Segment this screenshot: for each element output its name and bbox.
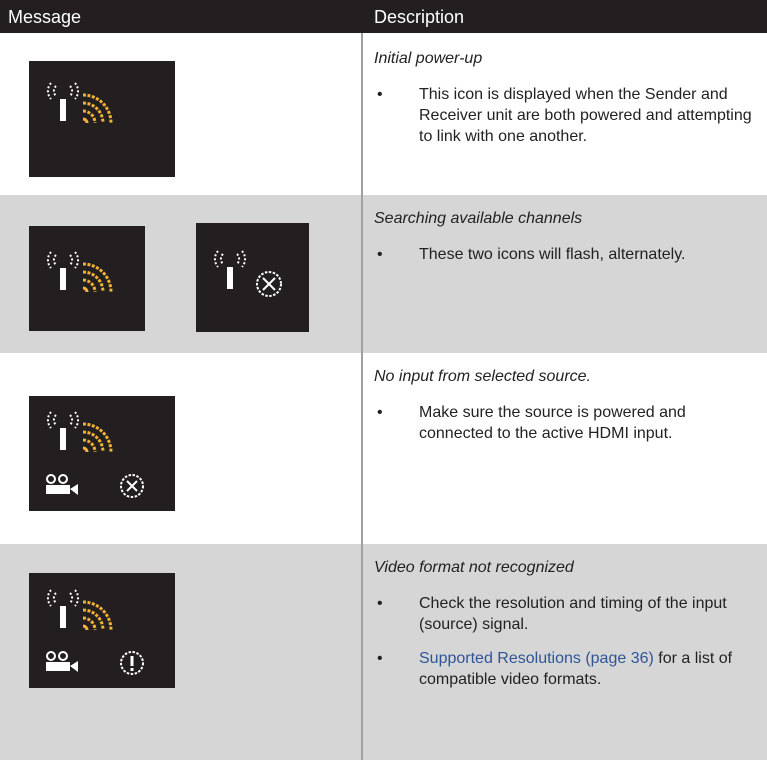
row-description: No input from selected source. • Make sur… <box>374 366 764 457</box>
bullet-glyph: • <box>377 650 383 667</box>
row-description: Initial power-up • This icon is displayed… <box>374 48 764 160</box>
signal-waves-icon <box>82 262 113 293</box>
camera-icon <box>46 651 78 672</box>
bullet-glyph: • <box>377 86 383 103</box>
signal-waves-icon <box>82 422 113 453</box>
antenna-icon <box>47 411 79 450</box>
bullet-list: • Make sure the source is powered and con… <box>374 402 764 444</box>
bullet-text: Make sure the source is powered and conn… <box>419 404 686 442</box>
signal-waves-icon <box>82 600 113 631</box>
row-description: Video format not recognized • Check the r… <box>374 557 764 703</box>
circle-exclamation-icon <box>120 651 144 675</box>
circle-x-icon <box>256 271 282 297</box>
column-divider <box>361 33 363 760</box>
camera-icon <box>46 474 78 495</box>
row-title: Searching available channels <box>374 210 583 227</box>
bullet-glyph: • <box>377 595 383 612</box>
bullet-glyph: • <box>377 404 383 421</box>
list-item: • These two icons will flash, alternately… <box>374 244 764 265</box>
antenna-icon <box>47 82 79 121</box>
bullet-text: Check the resolution and timing of the i… <box>419 595 727 633</box>
lcd-panel <box>196 223 309 332</box>
row-description: Searching available channels • These two … <box>374 208 764 278</box>
row-title: Initial power-up <box>374 50 483 67</box>
row-title: No input from selected source. <box>374 368 591 385</box>
table-header: Message Description <box>0 0 767 33</box>
antenna-icon <box>47 251 79 290</box>
antenna-icon <box>47 589 79 628</box>
lcd-panel <box>29 61 175 177</box>
supported-resolutions-link[interactable]: Supported Resolutions (page 36) <box>419 650 654 667</box>
header-description: Description <box>374 7 465 27</box>
antenna-icon <box>214 250 246 289</box>
lcd-panel <box>29 396 175 511</box>
list-item: • Check the resolution and timing of the … <box>374 593 764 635</box>
header-message: Message <box>8 7 82 27</box>
bullet-text: These two icons will flash, alternately. <box>419 246 686 263</box>
list-item: • Supported Resolutions (page 36) for a l… <box>374 648 764 690</box>
bullet-list: • This icon is displayed when the Sender … <box>374 84 764 147</box>
row-title: Video format not recognized <box>374 559 574 576</box>
lcd-panel <box>29 573 175 688</box>
list-item: • This icon is displayed when the Sender … <box>374 84 764 147</box>
bullet-text: This icon is displayed when the Sender a… <box>419 86 752 145</box>
signal-waves-icon <box>82 93 113 124</box>
bullet-list: • These two icons will flash, alternately… <box>374 244 764 265</box>
list-item: • Make sure the source is powered and con… <box>374 402 764 444</box>
bullet-glyph: • <box>377 246 383 263</box>
lcd-panel <box>29 226 145 331</box>
circle-x-icon <box>120 474 144 498</box>
bullet-list: • Check the resolution and timing of the … <box>374 593 764 690</box>
